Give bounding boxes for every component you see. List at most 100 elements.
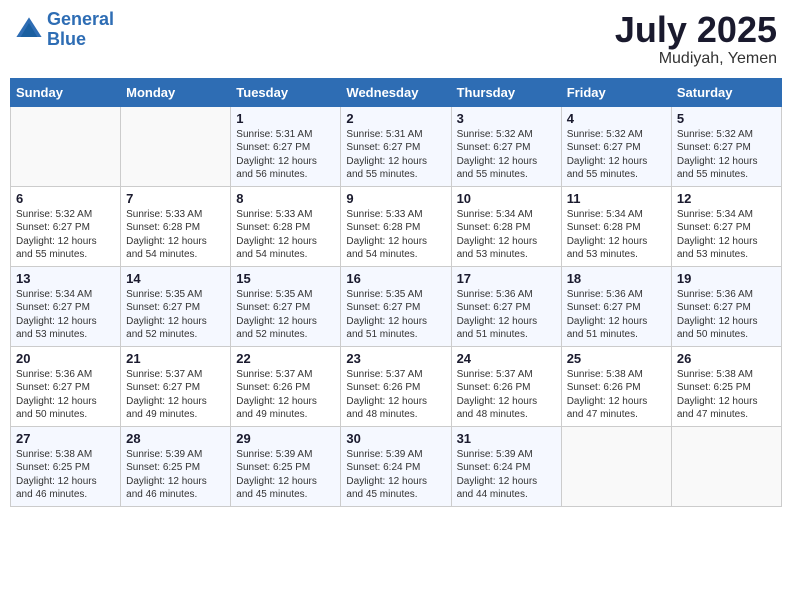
day-detail: Sunrise: 5:34 AM Sunset: 6:28 PM Dayligh… xyxy=(567,208,666,262)
day-detail: Sunrise: 5:36 AM Sunset: 6:27 PM Dayligh… xyxy=(16,368,115,422)
calendar-cell: 25 Sunrise: 5:38 AM Sunset: 6:26 PM Dayli… xyxy=(561,346,671,426)
calendar-cell: 6Sunrise: 5:32 AM Sunset: 6:27 PM Daylig… xyxy=(11,186,121,266)
calendar-cell: 17Sunrise: 5:36 AM Sunset: 6:27 PM Dayli… xyxy=(451,266,561,346)
calendar-cell: 2 Sunrise: 5:31 AM Sunset: 6:27 PM Daylig… xyxy=(341,106,451,186)
day-number: 10 xyxy=(457,191,556,206)
weekday-header-monday: Monday xyxy=(121,78,231,106)
day-detail: Sunrise: 5:36 AM Sunset: 6:27 PM Dayligh… xyxy=(677,288,776,342)
day-detail: Sunrise: 5:39 AM Sunset: 6:24 PM Dayligh… xyxy=(346,448,445,502)
weekday-header-friday: Friday xyxy=(561,78,671,106)
calendar-cell xyxy=(671,426,781,506)
calendar-cell: 16 Sunrise: 5:35 AM Sunset: 6:27 PM Dayli… xyxy=(341,266,451,346)
day-number: 19 xyxy=(677,271,776,286)
calendar-cell: 1 Sunrise: 5:31 AM Sunset: 6:27 PM Daylig… xyxy=(231,106,341,186)
week-row-2: 6Sunrise: 5:32 AM Sunset: 6:27 PM Daylig… xyxy=(11,186,782,266)
week-row-4: 20 Sunrise: 5:36 AM Sunset: 6:27 PM Dayli… xyxy=(11,346,782,426)
calendar-cell: 28 Sunrise: 5:39 AM Sunset: 6:25 PM Dayli… xyxy=(121,426,231,506)
day-number: 13 xyxy=(16,271,115,286)
day-detail: Sunrise: 5:32 AM Sunset: 6:27 PM Dayligh… xyxy=(567,128,666,182)
day-detail: Sunrise: 5:34 AM Sunset: 6:27 PM Dayligh… xyxy=(16,288,115,342)
day-number: 9 xyxy=(346,191,445,206)
calendar-cell: 14 Sunrise: 5:35 AM Sunset: 6:27 PM Dayli… xyxy=(121,266,231,346)
calendar-cell: 19 Sunrise: 5:36 AM Sunset: 6:27 PM Dayli… xyxy=(671,266,781,346)
day-detail: Sunrise: 5:38 AM Sunset: 6:25 PM Dayligh… xyxy=(16,448,115,502)
calendar-cell: 9Sunrise: 5:33 AM Sunset: 6:28 PM Daylig… xyxy=(341,186,451,266)
day-number: 12 xyxy=(677,191,776,206)
month-title: July 2025 xyxy=(615,10,777,50)
day-detail: Sunrise: 5:39 AM Sunset: 6:25 PM Dayligh… xyxy=(126,448,225,502)
calendar-cell: 11Sunrise: 5:34 AM Sunset: 6:28 PM Dayli… xyxy=(561,186,671,266)
day-detail: Sunrise: 5:34 AM Sunset: 6:28 PM Dayligh… xyxy=(457,208,556,262)
day-number: 25 xyxy=(567,351,666,366)
calendar-cell: 24 Sunrise: 5:37 AM Sunset: 6:26 PM Dayli… xyxy=(451,346,561,426)
calendar-cell: 21Sunrise: 5:37 AM Sunset: 6:27 PM Dayli… xyxy=(121,346,231,426)
weekday-header-wednesday: Wednesday xyxy=(341,78,451,106)
day-number: 5 xyxy=(677,111,776,126)
day-detail: Sunrise: 5:37 AM Sunset: 6:26 PM Dayligh… xyxy=(346,368,445,422)
day-detail: Sunrise: 5:36 AM Sunset: 6:27 PM Dayligh… xyxy=(567,288,666,342)
day-number: 8 xyxy=(236,191,335,206)
day-number: 3 xyxy=(457,111,556,126)
week-row-3: 13 Sunrise: 5:34 AM Sunset: 6:27 PM Dayli… xyxy=(11,266,782,346)
day-number: 28 xyxy=(126,431,225,446)
day-number: 4 xyxy=(567,111,666,126)
calendar-cell xyxy=(11,106,121,186)
day-number: 22 xyxy=(236,351,335,366)
day-number: 16 xyxy=(346,271,445,286)
day-detail: Sunrise: 5:35 AM Sunset: 6:27 PM Dayligh… xyxy=(236,288,335,342)
day-detail: Sunrise: 5:39 AM Sunset: 6:24 PM Dayligh… xyxy=(457,448,556,502)
calendar-cell: 12Sunrise: 5:34 AM Sunset: 6:27 PM Dayli… xyxy=(671,186,781,266)
day-number: 20 xyxy=(16,351,115,366)
calendar-cell: 20 Sunrise: 5:36 AM Sunset: 6:27 PM Dayli… xyxy=(11,346,121,426)
calendar-cell xyxy=(561,426,671,506)
calendar-cell: 27 Sunrise: 5:38 AM Sunset: 6:25 PM Dayli… xyxy=(11,426,121,506)
calendar-cell: 31Sunrise: 5:39 AM Sunset: 6:24 PM Dayli… xyxy=(451,426,561,506)
day-number: 26 xyxy=(677,351,776,366)
calendar-cell: 30Sunrise: 5:39 AM Sunset: 6:24 PM Dayli… xyxy=(341,426,451,506)
day-number: 27 xyxy=(16,431,115,446)
logo-icon xyxy=(15,16,43,44)
day-detail: Sunrise: 5:33 AM Sunset: 6:28 PM Dayligh… xyxy=(236,208,335,262)
day-detail: Sunrise: 5:37 AM Sunset: 6:26 PM Dayligh… xyxy=(236,368,335,422)
day-number: 2 xyxy=(346,111,445,126)
day-detail: Sunrise: 5:33 AM Sunset: 6:28 PM Dayligh… xyxy=(126,208,225,262)
calendar-table: SundayMondayTuesdayWednesdayThursdayFrid… xyxy=(10,78,782,507)
day-detail: Sunrise: 5:39 AM Sunset: 6:25 PM Dayligh… xyxy=(236,448,335,502)
day-detail: Sunrise: 5:37 AM Sunset: 6:26 PM Dayligh… xyxy=(457,368,556,422)
day-number: 1 xyxy=(236,111,335,126)
calendar-cell: 15Sunrise: 5:35 AM Sunset: 6:27 PM Dayli… xyxy=(231,266,341,346)
calendar-cell: 7 Sunrise: 5:33 AM Sunset: 6:28 PM Daylig… xyxy=(121,186,231,266)
calendar-cell: 5 Sunrise: 5:32 AM Sunset: 6:27 PM Daylig… xyxy=(671,106,781,186)
day-detail: Sunrise: 5:32 AM Sunset: 6:27 PM Dayligh… xyxy=(16,208,115,262)
day-detail: Sunrise: 5:35 AM Sunset: 6:27 PM Dayligh… xyxy=(346,288,445,342)
day-number: 24 xyxy=(457,351,556,366)
logo-line1: General xyxy=(47,9,114,29)
calendar-cell xyxy=(121,106,231,186)
calendar-cell: 4 Sunrise: 5:32 AM Sunset: 6:27 PM Daylig… xyxy=(561,106,671,186)
page-header: General Blue July 2025 Mudiyah, Yemen xyxy=(10,10,782,68)
week-row-5: 27 Sunrise: 5:38 AM Sunset: 6:25 PM Dayli… xyxy=(11,426,782,506)
day-detail: Sunrise: 5:38 AM Sunset: 6:26 PM Dayligh… xyxy=(567,368,666,422)
day-detail: Sunrise: 5:31 AM Sunset: 6:27 PM Dayligh… xyxy=(236,128,335,182)
day-detail: Sunrise: 5:35 AM Sunset: 6:27 PM Dayligh… xyxy=(126,288,225,342)
day-number: 23 xyxy=(346,351,445,366)
day-number: 18 xyxy=(567,271,666,286)
calendar-cell: 22 Sunrise: 5:37 AM Sunset: 6:26 PM Dayli… xyxy=(231,346,341,426)
week-row-1: 1 Sunrise: 5:31 AM Sunset: 6:27 PM Daylig… xyxy=(11,106,782,186)
day-detail: Sunrise: 5:31 AM Sunset: 6:27 PM Dayligh… xyxy=(346,128,445,182)
day-number: 7 xyxy=(126,191,225,206)
calendar-cell: 13 Sunrise: 5:34 AM Sunset: 6:27 PM Dayli… xyxy=(11,266,121,346)
day-detail: Sunrise: 5:32 AM Sunset: 6:27 PM Dayligh… xyxy=(677,128,776,182)
day-detail: Sunrise: 5:32 AM Sunset: 6:27 PM Dayligh… xyxy=(457,128,556,182)
calendar-cell: 3 Sunrise: 5:32 AM Sunset: 6:27 PM Daylig… xyxy=(451,106,561,186)
weekday-header-saturday: Saturday xyxy=(671,78,781,106)
logo-text: General Blue xyxy=(47,10,114,50)
title-block: July 2025 Mudiyah, Yemen xyxy=(615,10,777,68)
day-detail: Sunrise: 5:38 AM Sunset: 6:25 PM Dayligh… xyxy=(677,368,776,422)
day-detail: Sunrise: 5:36 AM Sunset: 6:27 PM Dayligh… xyxy=(457,288,556,342)
calendar-cell: 8 Sunrise: 5:33 AM Sunset: 6:28 PM Daylig… xyxy=(231,186,341,266)
weekday-header-row: SundayMondayTuesdayWednesdayThursdayFrid… xyxy=(11,78,782,106)
day-detail: Sunrise: 5:37 AM Sunset: 6:27 PM Dayligh… xyxy=(126,368,225,422)
day-number: 14 xyxy=(126,271,225,286)
logo: General Blue xyxy=(15,10,114,50)
